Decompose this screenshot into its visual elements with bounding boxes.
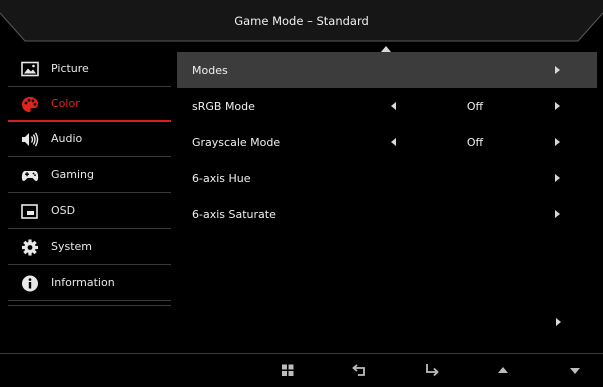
sidebar-item-audio[interactable]: Audio (8, 122, 171, 157)
sidebar-item-color[interactable]: Color (8, 87, 171, 122)
up-icon[interactable] (495, 363, 511, 377)
info-icon (22, 275, 38, 292)
menu-row-grayscale-mode[interactable]: Grayscale Mode Off (177, 124, 597, 160)
down-icon[interactable] (567, 363, 583, 377)
menu-row-6-axis-hue[interactable]: 6-axis Hue (177, 160, 597, 196)
sidebar-item-label: Color (51, 97, 80, 110)
footer-bar (0, 353, 603, 387)
sidebar-item-information[interactable]: Information (8, 266, 171, 301)
menu-row-srgb-mode[interactable]: sRGB Mode Off (177, 88, 597, 124)
enter-icon[interactable] (424, 363, 440, 377)
arrow-left-icon[interactable] (391, 138, 396, 146)
picture-icon (21, 61, 39, 77)
arrow-right-icon[interactable] (556, 318, 561, 326)
arrow-left-icon[interactable] (391, 102, 396, 110)
settings-panel: Modes sRGB Mode Off Grayscale Mode Off 6… (177, 52, 603, 342)
arrow-right-icon[interactable] (555, 66, 560, 74)
arrow-right-icon[interactable] (555, 138, 560, 146)
sidebar-item-gaming[interactable]: Gaming (8, 158, 171, 193)
sidebar-item-label: Audio (51, 132, 83, 145)
sidebar-item-picture[interactable]: Picture (8, 52, 171, 87)
sidebar-item-label: System (51, 240, 93, 253)
row-value: Off (466, 136, 484, 149)
menu-grid-icon[interactable] (280, 363, 296, 377)
gear-icon (22, 239, 38, 256)
sidebar-item-system[interactable]: System (8, 230, 171, 265)
sidebar-divider (8, 305, 171, 306)
row-value: Off (466, 100, 484, 113)
row-label: Modes (192, 64, 228, 77)
arrow-right-icon[interactable] (555, 174, 560, 182)
row-label: sRGB Mode (192, 100, 255, 113)
row-label: Grayscale Mode (192, 136, 281, 149)
sidebar-item-label: OSD (51, 204, 76, 217)
arrow-right-icon[interactable] (555, 102, 560, 110)
row-label: 6-axis Saturate (192, 208, 276, 221)
footer-divider (0, 353, 603, 354)
menu-row-6-axis-saturate[interactable]: 6-axis Saturate (177, 196, 597, 232)
osd-icon (21, 204, 38, 219)
menu-row-modes[interactable]: Modes (177, 52, 597, 88)
sidebar-item-label: Information (51, 276, 115, 289)
palette-icon (22, 97, 38, 112)
arrow-right-icon[interactable] (555, 210, 560, 218)
back-icon[interactable] (352, 363, 368, 377)
row-label: 6-axis Hue (192, 172, 251, 185)
speaker-icon (22, 132, 39, 147)
sidebar-item-label: Gaming (51, 168, 94, 181)
sidebar-item-label: Picture (51, 62, 89, 75)
page-title: Game Mode – Standard (234, 14, 369, 28)
sidebar: Picture Color Audio Gaming OSD System In… (8, 52, 171, 342)
sidebar-item-osd[interactable]: OSD (8, 194, 171, 229)
gamepad-icon (21, 171, 39, 181)
osd-header: Game Mode – Standard (0, 0, 603, 42)
